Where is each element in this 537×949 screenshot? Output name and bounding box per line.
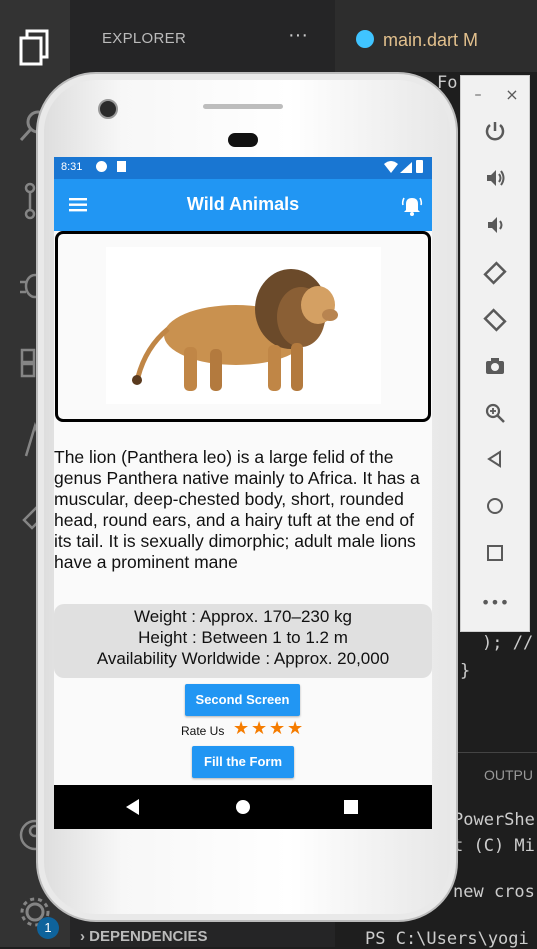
panel-tab-output[interactable]: OUTPU <box>484 767 533 783</box>
power-icon[interactable] <box>461 120 529 149</box>
notification-badge: 1 <box>37 917 59 939</box>
camera-icon[interactable] <box>461 355 529 384</box>
app-bar: Wild Animals <box>54 179 432 231</box>
terminal-line: t (C) Mi <box>453 836 535 856</box>
dart-file-icon <box>356 30 374 48</box>
star-icon[interactable]: ★ <box>269 719 285 739</box>
nav-home-icon[interactable] <box>236 800 250 814</box>
signal-icon <box>400 162 412 176</box>
star-icon[interactable]: ★ <box>287 719 303 739</box>
files-icon[interactable] <box>14 28 56 70</box>
wifi-icon <box>384 161 398 176</box>
back-icon[interactable] <box>461 449 529 476</box>
nav-back-icon[interactable] <box>126 799 140 819</box>
close-button[interactable]: × <box>495 82 529 108</box>
availability-text: Availability Worldwide : Approx. 20,000 <box>96 649 390 668</box>
app-title: Wild Animals <box>186 194 300 214</box>
star-icon[interactable]: ★ <box>233 719 249 739</box>
sd-card-icon <box>117 161 126 172</box>
terminal-prompt: PS C:\Users\yogi <box>365 929 529 949</box>
second-screen-button[interactable]: Second Screen <box>185 684 300 716</box>
phone-earpiece <box>228 133 258 147</box>
height-text: Height : Between 1 to 1.2 m <box>138 628 348 647</box>
animal-info-box: Weight : Approx. 170–230 kg Height : Bet… <box>54 604 432 678</box>
status-bar: 8:31 <box>54 157 432 179</box>
home-icon[interactable] <box>461 496 529 523</box>
data-saver-icon <box>96 161 107 172</box>
front-camera-icon <box>98 99 118 119</box>
android-nav-bar <box>54 785 432 829</box>
star-icon[interactable]: ★ <box>251 719 267 739</box>
terminal-line: new cros <box>453 882 535 902</box>
explorer-title: EXPLORER <box>102 30 187 47</box>
volume-down-icon[interactable] <box>461 214 529 243</box>
more-icon[interactable]: ••• <box>461 590 529 616</box>
rotate-right-icon[interactable] <box>461 308 529 339</box>
weight-text: Weight : Approx. 170–230 kg <box>133 607 352 626</box>
animal-description: The lion (Panthera leo) is a large felid… <box>54 447 420 572</box>
fill-form-button[interactable]: Fill the Form <box>192 746 294 778</box>
minimize-button[interactable]: – <box>461 82 495 108</box>
status-time: 8:31 <box>61 161 83 173</box>
tab-main-dart-label: main.dart M <box>383 30 479 50</box>
animal-image-card <box>55 231 431 422</box>
notifications-active-icon[interactable] <box>401 194 423 220</box>
code-line: } <box>460 661 471 681</box>
lion-image <box>106 247 381 404</box>
explorer-more-button[interactable]: ··· <box>288 24 308 47</box>
code-line: ); // <box>482 633 534 653</box>
volume-up-icon[interactable] <box>461 167 529 196</box>
phone-speaker <box>203 104 283 109</box>
rotate-left-icon[interactable] <box>461 261 529 292</box>
rate-us-label: Rate Us <box>181 724 225 738</box>
terminal-line: PowerShe <box>453 810 535 830</box>
dependencies-label: DEPENDENCIES <box>89 928 208 945</box>
chevron-right-icon: › <box>80 928 90 945</box>
nav-overview-icon[interactable] <box>344 800 358 814</box>
battery-icon <box>416 160 423 173</box>
phone-screen: 8:31 Wild Animals The lion (Panthera leo… <box>54 157 432 829</box>
emulator-toolbar: – × ••• <box>460 75 530 632</box>
zoom-icon[interactable] <box>461 402 529 431</box>
overview-icon[interactable] <box>461 543 529 570</box>
dependencies-section[interactable]: › DEPENDENCIES <box>80 928 208 945</box>
